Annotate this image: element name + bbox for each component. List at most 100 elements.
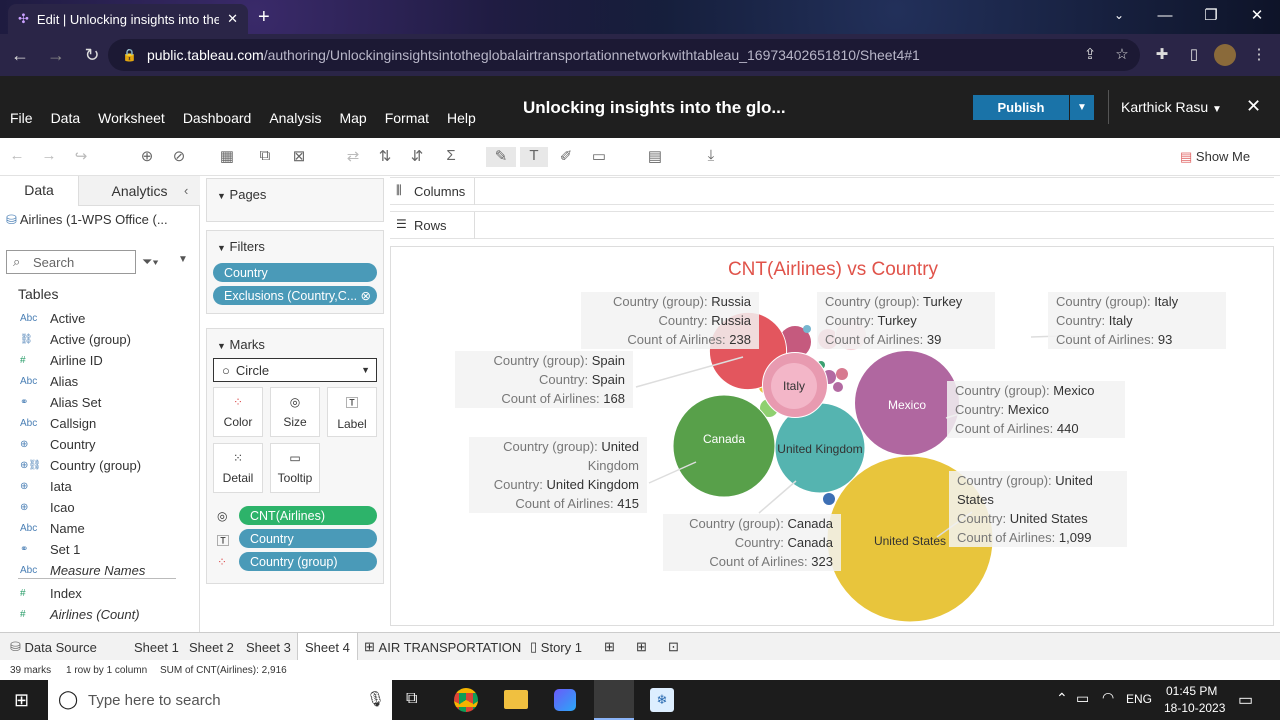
field-item[interactable]: # Airlines (Count) [20,604,140,624]
windows-start-icon[interactable]: ⊞ [14,690,29,711]
chrome-active-icon[interactable] [594,680,634,720]
forward-icon[interactable]: → [40,39,72,71]
collapse-pane-icon[interactable]: ‹ [184,183,188,198]
tooltip-button[interactable]: ▭ Tooltip [270,443,320,493]
tab-story-1[interactable]: ▯ Story 1 [530,633,582,661]
new-datasource-icon[interactable]: ⊕ [136,147,158,167]
field-item[interactable]: # Index [20,583,82,603]
color-button[interactable]: ⁘ Color [213,387,263,437]
tab-analytics[interactable]: Analytics [78,176,200,206]
new-worksheet-icon[interactable]: ▦ [216,147,238,167]
show-labels-icon[interactable]: T [520,147,548,167]
field-item[interactable]: ⛓ Active (group) [20,329,131,349]
tab-sheet-1[interactable]: Sheet 1 [134,633,179,661]
field-item[interactable]: Abc Callsign [20,413,96,433]
filter-pill-exclusions[interactable]: Exclusions (Country,C... ⊗ [213,286,377,305]
minimize-button[interactable]: — [1142,0,1188,30]
publish-button[interactable]: Publish [973,95,1069,120]
new-dashboard-icon[interactable]: ⊞ [636,633,647,661]
task-view-icon[interactable]: ⧉ [406,690,417,708]
close-tab-icon[interactable]: ✕ [227,11,238,27]
small-bubble[interactable] [803,325,811,333]
show-me-button[interactable]: ▤ Show Me [1180,149,1250,165]
field-item[interactable]: Abc Measure Names [20,560,145,580]
battery-icon[interactable]: ▭ [1076,690,1089,707]
bookmark-star-icon[interactable]: ☆ [1106,45,1138,63]
menu-dashboard[interactable]: Dashboard [183,110,252,126]
clock-date[interactable]: 18-10-2023 [1164,701,1225,715]
share-icon[interactable]: ⇪ [1074,45,1106,63]
columns-shelf[interactable]: ⫼ Columns [390,177,1274,205]
field-item[interactable]: ⊕ Iata [20,476,72,496]
profile-avatar[interactable] [1214,44,1236,66]
collapse-icon[interactable]: ▼ [217,341,226,351]
notifications-icon[interactable]: ▭ [1238,690,1253,710]
new-worksheet-icon[interactable]: ⊞ [604,633,615,661]
data-source-tab[interactable]: ⛁ Data Source [10,633,97,661]
clock-time[interactable]: 01:45 PM [1166,684,1217,698]
microphone-icon[interactable]: 🎙 [366,690,385,708]
swap-icon[interactable]: ⇄ [342,147,364,167]
sort-ascending-icon[interactable]: ⇅ [374,147,396,167]
language-indicator[interactable]: ENG [1126,692,1152,706]
small-bubble[interactable] [823,493,835,505]
field-item[interactable]: Abc Alias [20,371,78,391]
mark-pill-cnt-airlines[interactable]: CNT(Airlines) [239,506,377,525]
menu-file[interactable]: File [10,110,33,126]
menu-data[interactable]: Data [51,110,81,126]
rows-shelf[interactable]: ☰ Rows [390,211,1274,239]
field-item[interactable]: ⊕⛓ Country (group) [20,455,141,475]
mark-type-select[interactable]: ○ Circle ▼ [213,358,377,382]
new-tab-button[interactable]: + [258,6,270,29]
more-menu-icon[interactable]: ⋮ [1243,45,1275,63]
label-button[interactable]: 🅃 Label [327,387,377,437]
mark-pill-country[interactable]: Country [239,529,377,548]
file-explorer-icon[interactable] [504,690,528,709]
collapse-icon[interactable]: ▼ [217,243,226,253]
menu-map[interactable]: Map [339,110,366,126]
field-item[interactable]: Abc Name [20,518,85,538]
duplicate-sheet-icon[interactable]: ⧉ [254,147,276,167]
redo-icon[interactable]: → [38,147,60,167]
url-field[interactable]: 🔒 public.tableau.com/authoring/Unlocking… [108,39,1140,71]
format-workbook-icon[interactable]: ✐ [555,147,577,167]
wifi-icon[interactable]: ◠ [1102,689,1114,706]
size-button[interactable]: ◎ Size [270,387,320,437]
search-field[interactable]: ⌕ Search [6,250,136,274]
tab-air-transportation[interactable]: ⊞ AIR TRANSPORTATION [364,633,521,661]
chrome-icon[interactable] [454,688,478,712]
taskbar-search-field[interactable]: ◯ Type here to search 🎙 [48,680,392,720]
tab-search-icon[interactable]: ⌄ [1096,0,1142,30]
filter-fields-icon[interactable]: ⏷▾ [142,254,159,270]
reload-icon[interactable]: ↻ [76,39,108,71]
mark-pill-country-group[interactable]: Country (group) [239,552,377,571]
field-item[interactable]: Abc Active [20,308,85,328]
sort-descending-icon[interactable]: ⇵ [406,147,428,167]
new-story-icon[interactable]: ⊡ [668,633,679,661]
tab-sheet-2[interactable]: Sheet 2 [189,633,234,661]
undo-icon[interactable]: ← [6,147,28,167]
snipping-tool-icon[interactable]: ❄ [650,688,674,712]
clear-sheet-icon[interactable]: ⊠ [288,147,310,167]
workbook-title[interactable]: Unlocking insights into the glo... [523,98,786,118]
field-item[interactable]: ⊕ Country [20,434,96,454]
download-icon[interactable]: ⤓ [700,147,722,167]
filter-pill-country[interactable]: Country [213,263,377,282]
media-app-icon[interactable] [554,689,576,711]
field-item[interactable]: ⚭ Set 1 [20,539,80,559]
viz-area[interactable]: CNT(Airlines) vs Country United States Me… [390,246,1274,626]
small-bubble[interactable] [833,382,843,392]
totals-icon[interactable]: Σ [440,147,462,167]
bubble-united-kingdom[interactable] [672,394,776,498]
detail-button[interactable]: ⁙ Detail [213,443,263,493]
restore-button[interactable]: ❐ [1188,0,1234,30]
highlight-icon[interactable]: ✎ [486,147,516,167]
collapse-icon[interactable]: ▼ [217,191,226,201]
close-editor-icon[interactable]: ✕ [1246,96,1261,117]
side-panel-icon[interactable]: ▯ [1178,45,1210,63]
browser-tab[interactable]: ✣ Edit | Unlocking insights into the ✕ [8,4,248,34]
replay-icon[interactable]: ↪ [70,147,92,167]
field-item[interactable]: # Airline ID [20,350,103,370]
publish-dropdown-icon[interactable]: ▼ [1070,95,1094,120]
pause-updates-icon[interactable]: ⊘ [168,147,190,167]
